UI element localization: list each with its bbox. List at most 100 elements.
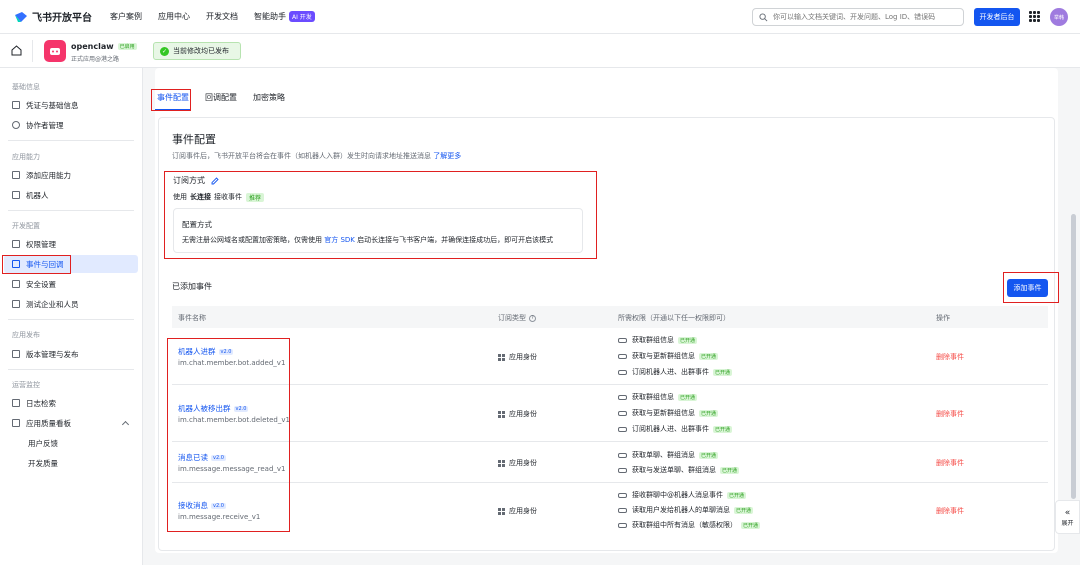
search-icon [759,12,768,21]
sidebar-item-label: 测试企业和人员 [26,299,79,309]
use-mode: 长连接 [190,193,211,201]
sidebar-item-test-tenants[interactable]: 测试企业和人员 [4,295,138,313]
permission-text: 获取与更新群组信息 [632,409,695,417]
opened-badge: 已开通 [727,491,747,499]
permission-item: 读取用户发给机器人的单聊消息 已开通 [618,505,754,515]
sidebar-item-logs[interactable]: 日志检索 [4,394,138,412]
delete-event-link[interactable]: 删除事件 [936,458,964,468]
sidebar-item-label: 添加应用能力 [26,170,71,180]
main-content: 事件配置 回调配置 加密策略 事件配置 订阅事件后，飞书开放平台将会在事件（如机… [151,68,1059,553]
sdk-link[interactable]: 官方 SDK [324,236,355,244]
sidebar-item-versions[interactable]: 版本管理与发布 [4,345,138,363]
help-icon[interactable]: ? [529,314,536,322]
config-method-title: 配置方式 [182,220,212,229]
sidebar-item-permissions[interactable]: 权限管理 [4,235,138,253]
user-avatar[interactable]: 举韩 [1050,8,1068,26]
subscription-type: 应用身份 [498,352,537,362]
nav-assistant[interactable]: 智能助手 AI 开发 [254,11,315,22]
tab-encryption[interactable]: 加密策略 [253,92,285,103]
expand-button[interactable]: « 展开 [1055,500,1080,534]
sidebar-group-monitoring: 运营监控 [12,381,40,389]
toast-text: 当前修改均已发布 [173,47,229,55]
permission-item: 获取与更新群组信息 已开通 [618,408,719,418]
permission-text: 接收群聊中@机器人消息事件 [632,491,723,499]
key-icon [618,467,627,473]
sidebar-item-collaborators[interactable]: 协作者管理 [4,116,138,134]
scrollbar[interactable] [1071,214,1076,499]
subscription-type-text: 应用身份 [509,410,537,418]
sidebar-group-release: 应用发布 [12,331,40,339]
developer-console-button[interactable]: 开发者后台 [974,8,1020,26]
key-icon [618,452,627,458]
log-icon [12,399,20,407]
delete-event-link[interactable]: 删除事件 [936,506,964,516]
opened-badge: 已开通 [699,409,719,417]
key-icon [618,426,627,432]
add-event-button[interactable]: 添加事件 [1007,279,1048,297]
nav-docs[interactable]: 开发文档 [206,11,238,22]
header-actions: 操作 [936,314,950,322]
card-title: 事件配置 [172,133,216,146]
sidebar-item-security[interactable]: 安全设置 [4,275,138,293]
delete-event-link[interactable]: 删除事件 [936,409,964,419]
sidebar-item-dev-quality[interactable]: 开发质量 [4,454,138,472]
nav-cases[interactable]: 客户案例 [110,11,142,22]
platform-logo[interactable]: 飞书开放平台 [14,9,104,24]
search-box[interactable] [752,8,964,26]
expand-label: 展开 [1061,519,1074,527]
app-logo [44,40,66,62]
divider [8,369,134,370]
cfg-text-2: 启动长连接与飞书客户端，并确保连接成功后，即可开启该模式 [357,236,554,244]
search-input[interactable] [773,13,963,21]
opened-badge: 已开通 [741,521,761,529]
feishu-logo-icon [15,11,27,22]
sidebar-item-quality-board[interactable]: 应用质量看板 [4,414,138,432]
sidebar-item-label: 权限管理 [26,239,56,249]
divider [8,319,134,320]
check-icon: ✓ [160,46,169,56]
learn-more-link[interactable]: 了解更多 [433,152,461,160]
permission-item: 接收群聊中@机器人消息事件 已开通 [618,490,747,500]
sidebar-item-credentials[interactable]: 凭证与基础信息 [4,96,138,114]
app-identity-icon [498,459,505,467]
sidebar-group-capabilities: 应用能力 [12,153,40,161]
sidebar-item-bot[interactable]: 机器人 [4,186,138,204]
shield-icon [12,280,20,288]
permission-item: 订阅机器人进、出群事件 已开通 [618,367,733,377]
use-prefix: 使用 [173,193,187,201]
credentials-icon [12,101,20,109]
opened-badge: 已开通 [713,368,733,376]
permission-text: 获取群组中所有消息（敏感权限） [632,521,737,529]
sidebar-item-label: 安全设置 [26,279,56,289]
permission-text: 获取群组信息 [632,336,674,344]
permission-item: 获取单聊、群组消息 已开通 [618,450,719,460]
app-identity-icon [498,507,505,515]
add-capability-icon [12,171,20,179]
app-header: openclaw 已启用 正式应用@港之路 ✓ 当前修改均已发布 [0,34,1080,68]
upload-icon [12,350,20,358]
divider [8,140,134,141]
sidebar-item-user-feedback[interactable]: 用户反馈 [4,434,138,452]
recommended-badge: 推荐 [246,192,265,202]
edit-icon[interactable] [211,176,219,185]
subscription-type-text: 应用身份 [509,459,537,467]
lock-icon [12,240,20,248]
opened-badge: 已开通 [678,393,698,401]
delete-event-link[interactable]: 删除事件 [936,352,964,362]
permission-item: 获取群组中所有消息（敏感权限） 已开通 [618,520,761,530]
opened-badge: 已开通 [720,466,740,474]
nav-assistant-label: 智能助手 [254,12,286,21]
tab-callback-config[interactable]: 回调配置 [205,92,237,103]
home-icon[interactable] [11,45,22,56]
tab-bar: 事件配置 回调配置 加密策略 [155,88,1058,111]
added-events-title: 已添加事件 [172,282,212,291]
nav-app-center[interactable]: 应用中心 [158,11,190,22]
key-icon [618,394,627,400]
opened-badge: 已开通 [699,352,719,360]
apps-grid-icon[interactable] [1029,11,1040,22]
card-description: 订阅事件后，飞书开放平台将会在事件（如机器人入群）发生时向请求地址推送消息 了解… [172,151,461,161]
sidebar-item-add-capability[interactable]: 添加应用能力 [4,166,138,184]
config-method-box: 配置方式 无需注册公网域名或配置加密策略，仅需使用 官方 SDK 启动长连接与飞… [173,208,583,253]
chevron-up-icon [121,420,130,429]
key-icon [618,410,627,416]
